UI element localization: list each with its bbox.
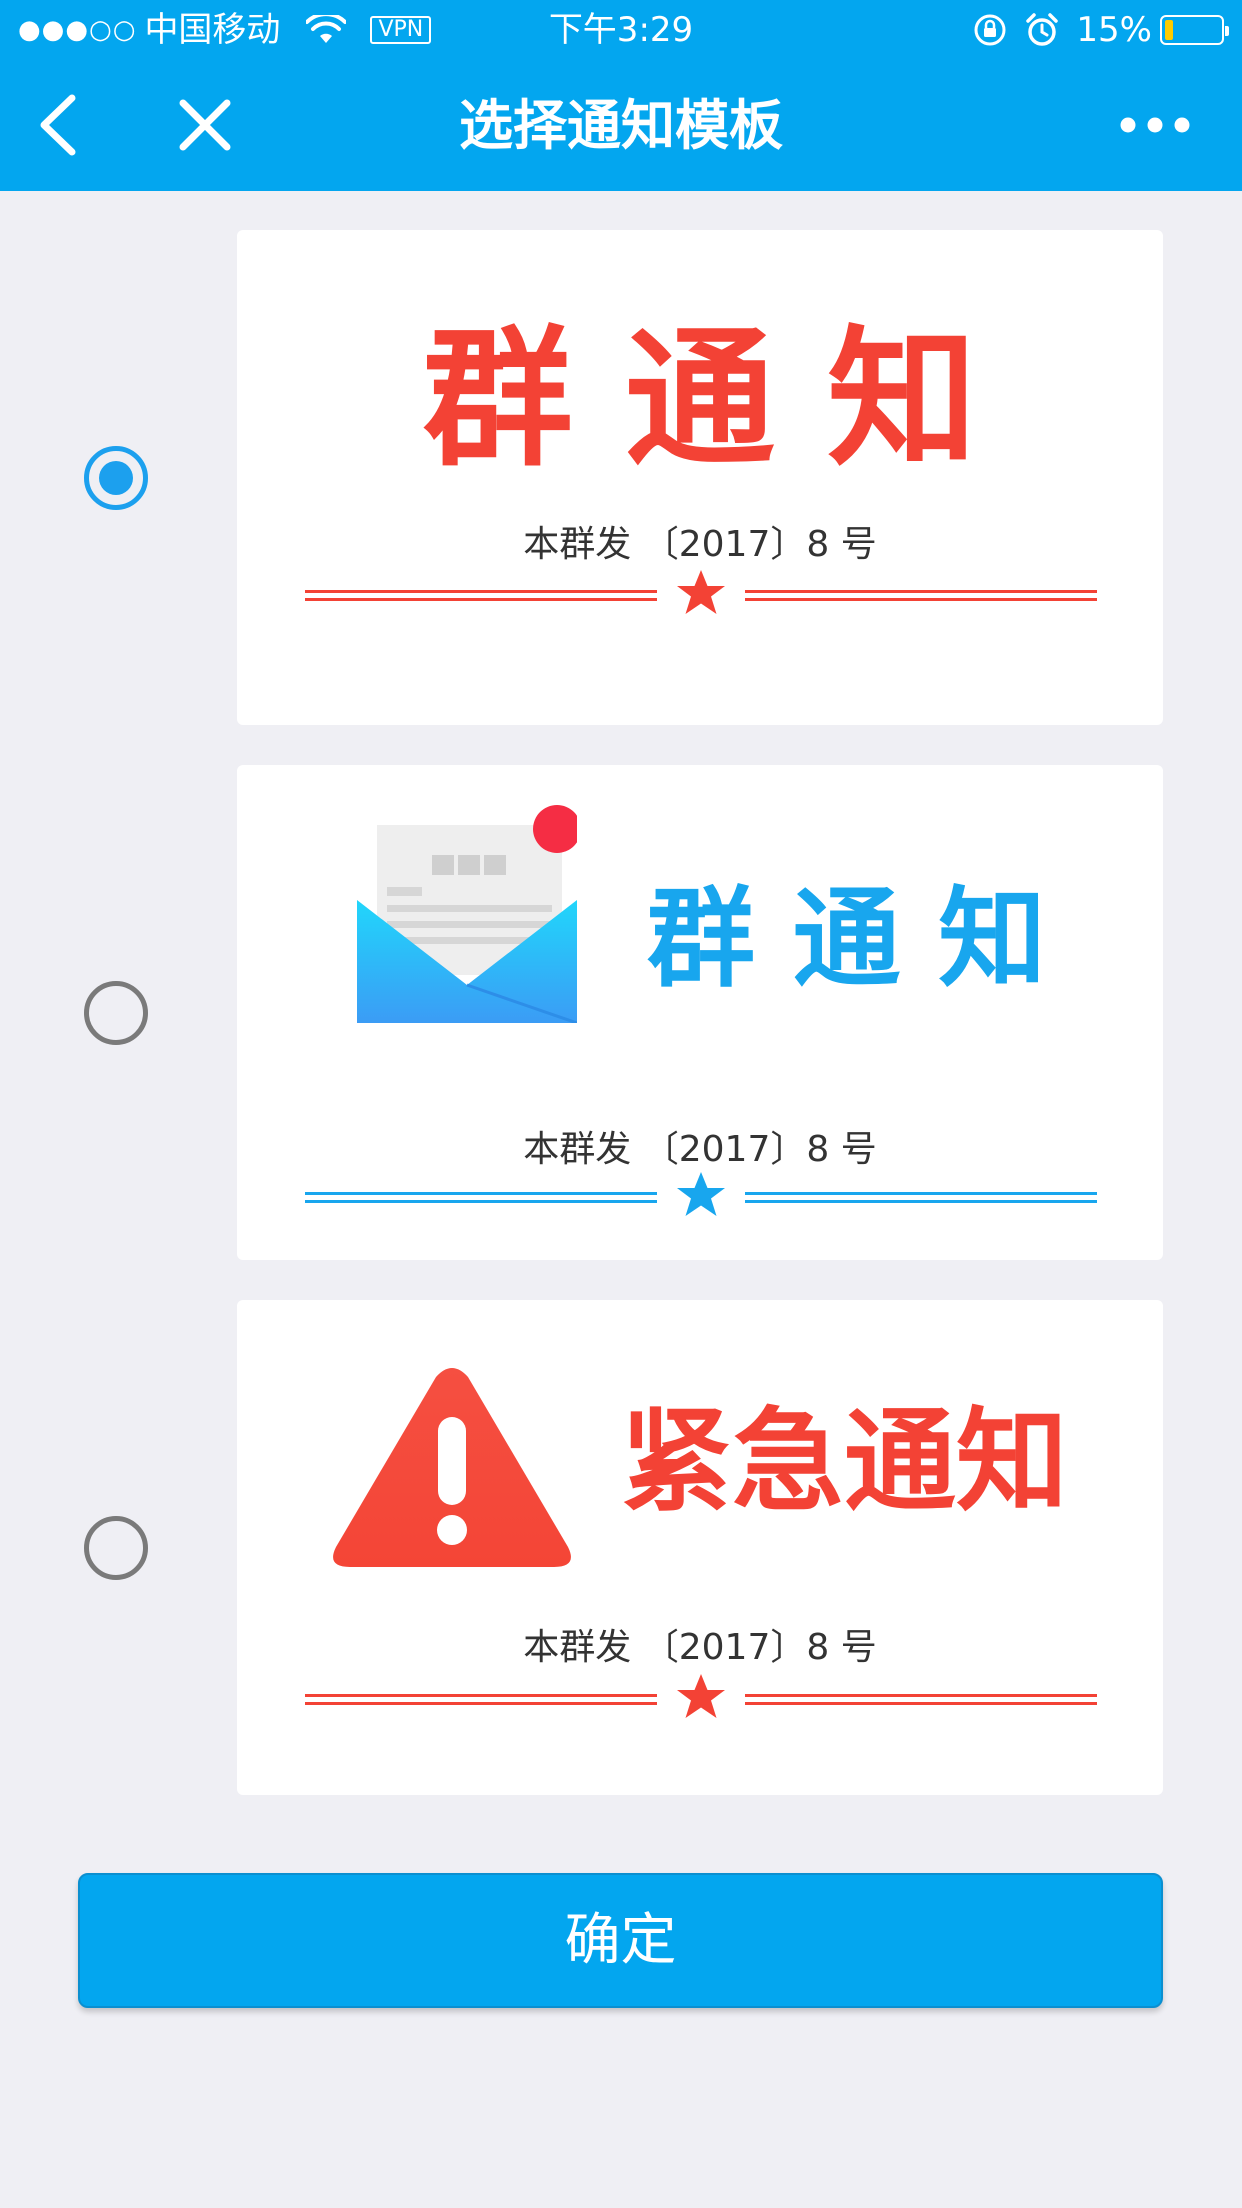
- template-option-1[interactable]: 群 通 知 本群发 〔2017〕8 号: [0, 230, 1242, 725]
- template-radio[interactable]: [84, 981, 148, 1045]
- nav-bar: 选择通知模板: [0, 60, 1242, 191]
- battery-icon: [1160, 15, 1229, 45]
- top-bar: ●●●○○ 中国移动 VPN 下午3:29 15% 选择通知模板: [0, 0, 1242, 191]
- envelope-icon: [357, 805, 577, 1023]
- template-title: 紧急通知: [620, 1397, 1068, 1527]
- battery-percent: 15%: [1076, 10, 1152, 50]
- template-radio[interactable]: [84, 446, 148, 510]
- battery-fill: [1165, 20, 1174, 40]
- template-radio[interactable]: [84, 1516, 148, 1580]
- confirm-button[interactable]: 确定: [78, 1873, 1163, 2008]
- doc-number: 本群发 〔2017〕8 号: [523, 524, 877, 565]
- template-card[interactable]: 紧急通知 本群发 〔2017〕8 号: [237, 1300, 1163, 1795]
- doc-number: 本群发 〔2017〕8 号: [523, 1129, 877, 1170]
- page-title: 选择通知模板: [459, 94, 783, 157]
- template-option-2[interactable]: 群 通 知 本群发 〔2017〕8 号: [0, 765, 1242, 1260]
- star-divider: [305, 570, 1097, 614]
- star-divider: [305, 1674, 1097, 1718]
- template-title: 群 通 知: [422, 313, 978, 487]
- star-divider: [305, 1172, 1097, 1216]
- alarm-icon: [1026, 13, 1059, 46]
- template-title: 群 通 知: [647, 877, 1047, 1002]
- warning-icon: [333, 1368, 571, 1567]
- orientation-lock-icon: [974, 14, 1006, 46]
- more-icon[interactable]: [1118, 105, 1192, 145]
- status-right: 15%: [972, 0, 1229, 60]
- doc-number: 本群发 〔2017〕8 号: [523, 1627, 877, 1668]
- template-card[interactable]: 群 通 知 本群发 〔2017〕8 号: [237, 765, 1163, 1260]
- status-bar: ●●●○○ 中国移动 VPN 下午3:29 15%: [0, 0, 1242, 60]
- template-card[interactable]: 群 通 知 本群发 〔2017〕8 号: [237, 230, 1163, 725]
- template-option-3[interactable]: 紧急通知 本群发 〔2017〕8 号: [0, 1300, 1242, 1795]
